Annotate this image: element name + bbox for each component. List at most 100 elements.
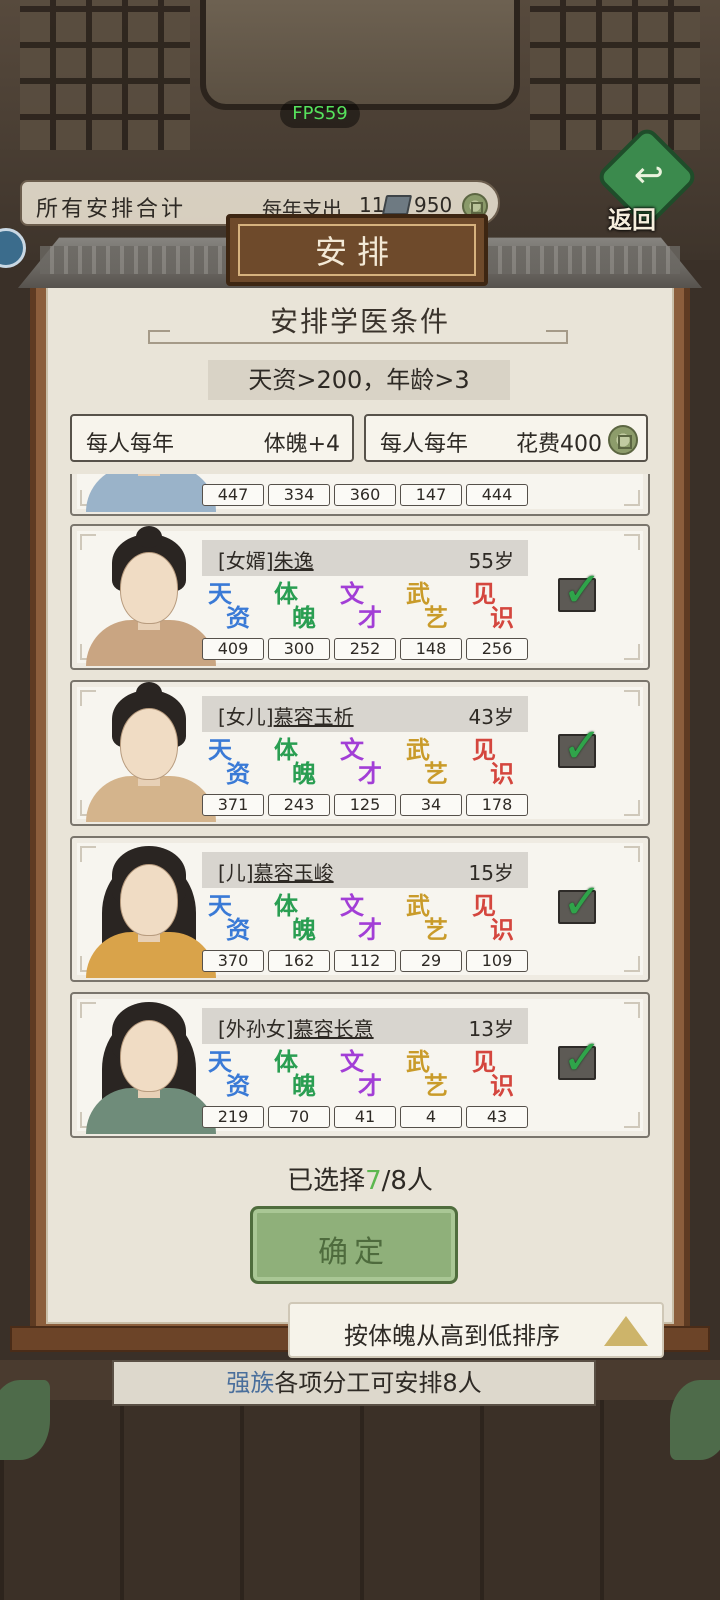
effect-value: 花费400 — [516, 432, 602, 457]
stat-label-char: 艺 — [424, 760, 448, 788]
member-stat: 文才 125 — [334, 738, 396, 822]
selected-prefix: 已选择 — [287, 1166, 366, 1196]
stat-label-char: 资 — [226, 760, 250, 788]
stat-label-char: 识 — [490, 916, 514, 944]
stat-value: 243 — [268, 794, 330, 816]
background-bottom — [0, 1400, 720, 1600]
member-name[interactable]: [儿]慕容玉峻 — [218, 857, 334, 886]
stat-value: 125 — [334, 794, 396, 816]
title-ornament — [148, 330, 568, 344]
member-name[interactable]: [女儿]慕容玉析 — [218, 701, 354, 730]
stat-value: 34 — [400, 794, 462, 816]
sort-triangle-icon — [604, 1316, 648, 1346]
card-corner-ornament — [624, 800, 640, 816]
card-corner-ornament — [624, 690, 640, 706]
stat-value: 178 — [466, 794, 528, 816]
member-stat: 天资447 — [202, 474, 264, 512]
stat-label: 见识 — [472, 1050, 524, 1106]
stat-label-char: 才 — [358, 760, 382, 788]
stat-label: 武艺 — [406, 894, 458, 950]
member-portrait — [76, 682, 216, 822]
stat-value: 70 — [268, 1106, 330, 1128]
member-name-bar: [外孙女]慕容长意 13岁 — [202, 1008, 528, 1044]
background-window — [200, 0, 520, 110]
select-checkbox[interactable] — [558, 874, 602, 930]
stat-value: 109 — [466, 950, 528, 972]
member-name-link[interactable]: 朱逸 — [274, 549, 314, 573]
member-stat: 见识 256 — [466, 582, 528, 666]
member-name-link[interactable]: 慕容长意 — [294, 1017, 374, 1041]
member-stat: 体魄334 — [268, 474, 330, 512]
member-name[interactable]: [外孙女]慕容长意 — [218, 1013, 374, 1042]
member-stat: 见识 43 — [466, 1050, 528, 1134]
window-lattice-right — [530, 0, 700, 150]
member-stat: 武艺 148 — [400, 582, 462, 666]
member-name-link[interactable]: 慕容玉析 — [274, 705, 354, 729]
stat-label-char: 武 — [406, 736, 430, 764]
member-stat: 文才 41 — [334, 1050, 396, 1134]
confirm-button[interactable]: 确定 — [250, 1206, 458, 1284]
select-checkbox[interactable] — [558, 718, 602, 774]
stat-label-char: 艺 — [424, 1072, 448, 1100]
stat-label: 天资 — [208, 582, 260, 638]
stat-value: 162 — [268, 950, 330, 972]
member-stat: 天资 370 — [202, 894, 264, 978]
leaf-decoration-right — [670, 1380, 720, 1460]
member-card[interactable]: [女婿]朱逸 55岁天资 409 体魄 300 文才 252 武艺 148 见识 256 — [70, 524, 650, 670]
stat-label: 武艺 — [406, 1050, 458, 1106]
stat-label-char: 文 — [340, 580, 364, 608]
stat-label-char: 文 — [340, 736, 364, 764]
member-portrait — [76, 994, 216, 1134]
stat-value: 219 — [202, 1106, 264, 1128]
stat-label-char: 艺 — [424, 916, 448, 944]
info-text: 各项分工可安排8人 — [274, 1369, 482, 1397]
member-stat: 天资 219 — [202, 1050, 264, 1134]
stat-label: 武艺 — [406, 738, 458, 794]
arrangement-info-bar: 强族各项分工可安排8人 — [112, 1360, 596, 1406]
member-stat: 体魄 300 — [268, 582, 330, 666]
card-corner-ornament — [624, 846, 640, 862]
member-relation: [女儿] — [218, 705, 274, 729]
stat-label: 体魄 — [274, 894, 326, 950]
selected-number: 7 — [365, 1166, 382, 1196]
stat-label-char: 天 — [208, 892, 232, 920]
member-card[interactable]: [儿]慕容玉峻 15岁天资 370 体魄 162 文才 112 武艺 29 见识 109 — [70, 836, 650, 982]
stat-value: 300 — [268, 638, 330, 660]
sort-label: 按体魄从高到低排序 — [344, 1322, 560, 1350]
stat-label-char: 魄 — [292, 604, 316, 632]
sort-button[interactable]: 按体魄从高到低排序 — [288, 1302, 664, 1358]
member-card[interactable]: [女儿]慕容玉析 43岁天资 371 体魄 243 文才 125 武艺 34 见识 178 — [70, 680, 650, 826]
card-corner-ornament — [624, 644, 640, 660]
stat-value: 148 — [400, 638, 462, 660]
stat-label: 天资 — [208, 738, 260, 794]
member-card[interactable]: [外孙女]慕容长意 13岁天资 219 体魄 70 文才 41 武艺 4 见识 43 — [70, 992, 650, 1138]
stat-value: 371 — [202, 794, 264, 816]
member-stat: 武艺 34 — [400, 738, 462, 822]
stat-value: 409 — [202, 638, 264, 660]
stat-value: 252 — [334, 638, 396, 660]
member-name[interactable]: [女婿]朱逸 — [218, 545, 314, 574]
member-stat: 天资 409 — [202, 582, 264, 666]
member-stat: 文才 112 — [334, 894, 396, 978]
card-corner-ornament — [624, 1112, 640, 1128]
stat-label-char: 见 — [472, 736, 496, 764]
member-card[interactable]: 天资447体魄334文才360武艺147见识444 — [70, 474, 650, 516]
stat-label-char: 体 — [274, 736, 298, 764]
member-relation: [女婿] — [218, 549, 274, 573]
select-checkbox[interactable] — [558, 1030, 602, 1086]
member-stat: 武艺4 — [400, 1050, 462, 1134]
stat-value: 444 — [466, 484, 528, 506]
stat-label-char: 魄 — [292, 760, 316, 788]
member-age: 13岁 — [468, 1017, 514, 1041]
stat-label: 见识 — [472, 738, 524, 794]
stat-value: 43 — [466, 1106, 528, 1128]
member-list[interactable]: 天资447体魄334文才360武艺147见识444[女婿]朱逸55岁天资409体… — [70, 474, 650, 1160]
member-name-link[interactable]: 慕容玉峻 — [254, 861, 334, 885]
select-checkbox[interactable] — [558, 562, 602, 618]
panel-title: 安排 — [238, 224, 476, 276]
member-portrait — [76, 474, 216, 512]
stat-label-char: 体 — [274, 1048, 298, 1076]
back-button[interactable]: 返回 — [594, 124, 700, 236]
member-portrait — [76, 526, 216, 666]
member-stat: 见识 178 — [466, 738, 528, 822]
